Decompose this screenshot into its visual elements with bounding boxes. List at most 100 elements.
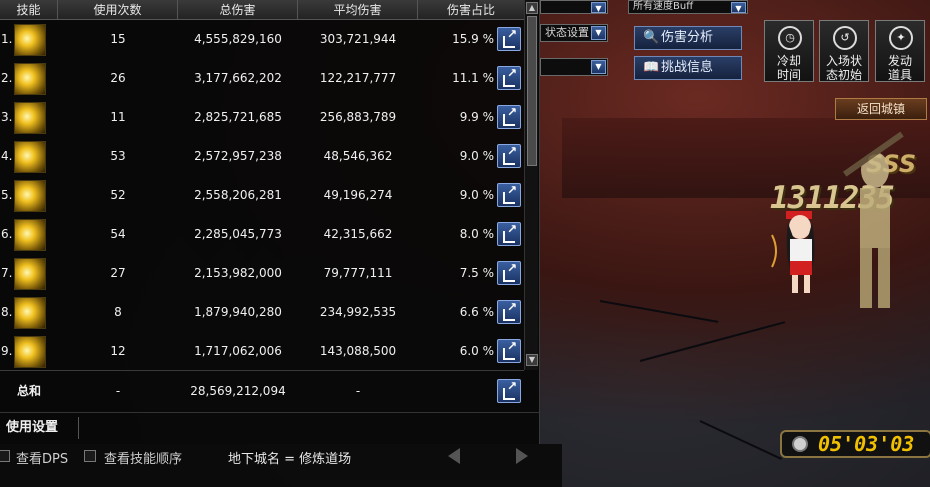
scroll-down-icon[interactable]: ▼ xyxy=(526,354,538,366)
row-index: 8. xyxy=(1,305,13,319)
total-row: 总和 - 28,569,212,094 - xyxy=(0,372,524,410)
show-order-label: 查看技能顺序 xyxy=(104,452,183,467)
show-dps-checkbox[interactable] xyxy=(0,450,10,462)
buff-select[interactable]: 所有速度Buff ▼ xyxy=(628,0,748,14)
buff-select-value: 所有速度Buff xyxy=(633,1,694,12)
share-total-button[interactable] xyxy=(497,379,521,403)
row-index: 5. xyxy=(1,188,13,202)
share-icon[interactable] xyxy=(497,222,521,246)
table-row: 3. 11 2,825,721,685 256,883,789 9.9 % xyxy=(0,98,524,137)
skill-icon xyxy=(14,180,46,212)
row-damage-pct: 11.1 % xyxy=(452,71,494,85)
skill-icon xyxy=(14,258,46,290)
chevron-down-icon: ▼ xyxy=(731,2,746,13)
settings-separator xyxy=(78,417,79,439)
share-icon[interactable] xyxy=(497,105,521,129)
row-total-damage: 2,558,206,281 xyxy=(194,188,282,202)
row-total-damage: 2,572,957,238 xyxy=(194,149,282,163)
row-total-damage: 4,555,829,160 xyxy=(194,32,282,46)
return-town-button[interactable]: 返回城镇 xyxy=(835,98,927,120)
use-item-button[interactable]: ✦ 发动 道具 xyxy=(875,20,925,82)
dungeon-name: 地下城名 = 修炼道场 xyxy=(228,452,352,467)
bottom-options: 查看DPS 查看技能顺序 地下城名 = 修炼道场 xyxy=(0,444,562,487)
chevron-down-icon: ▼ xyxy=(591,2,606,13)
row-index: 4. xyxy=(1,149,13,163)
table-row: 1. 15 4,555,829,160 303,721,944 15.9 % xyxy=(0,20,524,59)
entry-label-2: 态初始 xyxy=(825,68,862,82)
row-total-damage: 1,717,062,006 xyxy=(194,344,282,358)
skill-icon xyxy=(14,141,46,173)
row-avg-damage: 122,217,777 xyxy=(319,71,397,85)
table-row: 6. 54 2,285,045,773 42,315,662 8.0 % xyxy=(0,215,524,254)
share-icon[interactable] xyxy=(497,144,521,168)
share-icon[interactable] xyxy=(497,261,521,285)
table-row: 9. 12 1,717,062,006 143,088,500 6.0 % xyxy=(0,332,524,371)
scroll-thumb[interactable] xyxy=(527,16,537,166)
cooldown-label-2: 时间 xyxy=(776,68,801,82)
damage-analysis-label: 伤害分析 xyxy=(661,30,714,45)
row-uses: 52 xyxy=(110,188,126,202)
row-uses: 54 xyxy=(110,227,126,241)
timer-value: 05'03'03 xyxy=(818,432,915,456)
header-pct: 伤害占比 xyxy=(446,3,495,17)
row-total-damage: 2,825,721,685 xyxy=(194,110,282,124)
row-uses: 15 xyxy=(110,32,126,46)
show-order-checkbox[interactable] xyxy=(84,450,96,462)
row-avg-damage: 143,088,500 xyxy=(319,344,397,358)
row-uses: 8 xyxy=(114,305,122,319)
row-damage-pct: 15.9 % xyxy=(452,32,494,46)
search-icon: 🔍 xyxy=(643,30,660,45)
state-select-value: 状态设置 xyxy=(545,26,589,39)
scrollbar[interactable]: ▲ ▼ xyxy=(524,0,538,370)
next-arrow-icon[interactable] xyxy=(516,448,528,464)
row-damage-pct: 6.6 % xyxy=(459,305,494,319)
scroll-up-icon[interactable]: ▲ xyxy=(526,2,538,14)
speed-select[interactable]: ▼ xyxy=(540,0,608,14)
skill-icon xyxy=(14,63,46,95)
challenge-info-label: 挑战信息 xyxy=(661,60,714,75)
row-total-damage: 3,177,662,202 xyxy=(194,71,282,85)
item-label-2: 道具 xyxy=(887,68,912,82)
dungeon-timer: 05'03'03 xyxy=(780,430,930,458)
entry-state-button[interactable]: ↺ 入场状 态初始 xyxy=(819,20,869,82)
cooldown-button[interactable]: ◷ 冷却 时间 xyxy=(764,20,814,82)
header-uses: 使用次数 xyxy=(58,0,178,20)
row-damage-pct: 6.0 % xyxy=(459,344,494,358)
settings-bar: 使用设置 xyxy=(0,412,540,444)
share-icon[interactable] xyxy=(497,300,521,324)
share-icon[interactable] xyxy=(497,66,521,90)
row-uses: 53 xyxy=(110,149,126,163)
option-select[interactable]: ▼ xyxy=(540,58,608,76)
share-icon[interactable] xyxy=(497,339,521,363)
skill-icon xyxy=(14,219,46,251)
clock-icon: ◷ xyxy=(778,26,802,50)
clock-icon xyxy=(792,436,808,452)
prev-arrow-icon[interactable] xyxy=(448,448,460,464)
wand-icon: ✦ xyxy=(889,26,913,50)
player-character xyxy=(771,211,815,293)
settings-label[interactable]: 使用设置 xyxy=(6,413,58,443)
damage-analysis-button[interactable]: 🔍 伤害分析 xyxy=(634,26,742,50)
total-uses: - xyxy=(115,384,121,398)
row-avg-damage: 49,196,274 xyxy=(323,188,393,202)
state-select[interactable]: 状态设置 ▼ xyxy=(540,24,608,42)
entry-label-1: 入场状 xyxy=(825,54,862,68)
row-index: 2. xyxy=(1,71,13,85)
row-damage-pct: 7.5 % xyxy=(459,266,494,280)
row-damage-pct: 9.0 % xyxy=(459,188,494,202)
share-icon[interactable] xyxy=(497,183,521,207)
challenge-info-button[interactable]: 📖 挑战信息 xyxy=(634,56,742,80)
row-damage-pct: 9.9 % xyxy=(459,110,494,124)
share-icon[interactable] xyxy=(497,27,521,51)
book-icon: 📖 xyxy=(643,60,660,75)
row-index: 6. xyxy=(1,227,13,241)
header-skill: 技能 xyxy=(0,0,58,20)
row-damage-pct: 9.0 % xyxy=(459,149,494,163)
row-avg-damage: 234,992,535 xyxy=(319,305,397,319)
chevron-down-icon: ▼ xyxy=(591,26,606,40)
row-total-damage: 2,285,045,773 xyxy=(194,227,282,241)
row-avg-damage: 303,721,944 xyxy=(319,32,397,46)
header-total: 总伤害 xyxy=(178,0,298,20)
item-label-1: 发动 xyxy=(887,54,912,68)
table-row: 7. 27 2,153,982,000 79,777,111 7.5 % xyxy=(0,254,524,293)
